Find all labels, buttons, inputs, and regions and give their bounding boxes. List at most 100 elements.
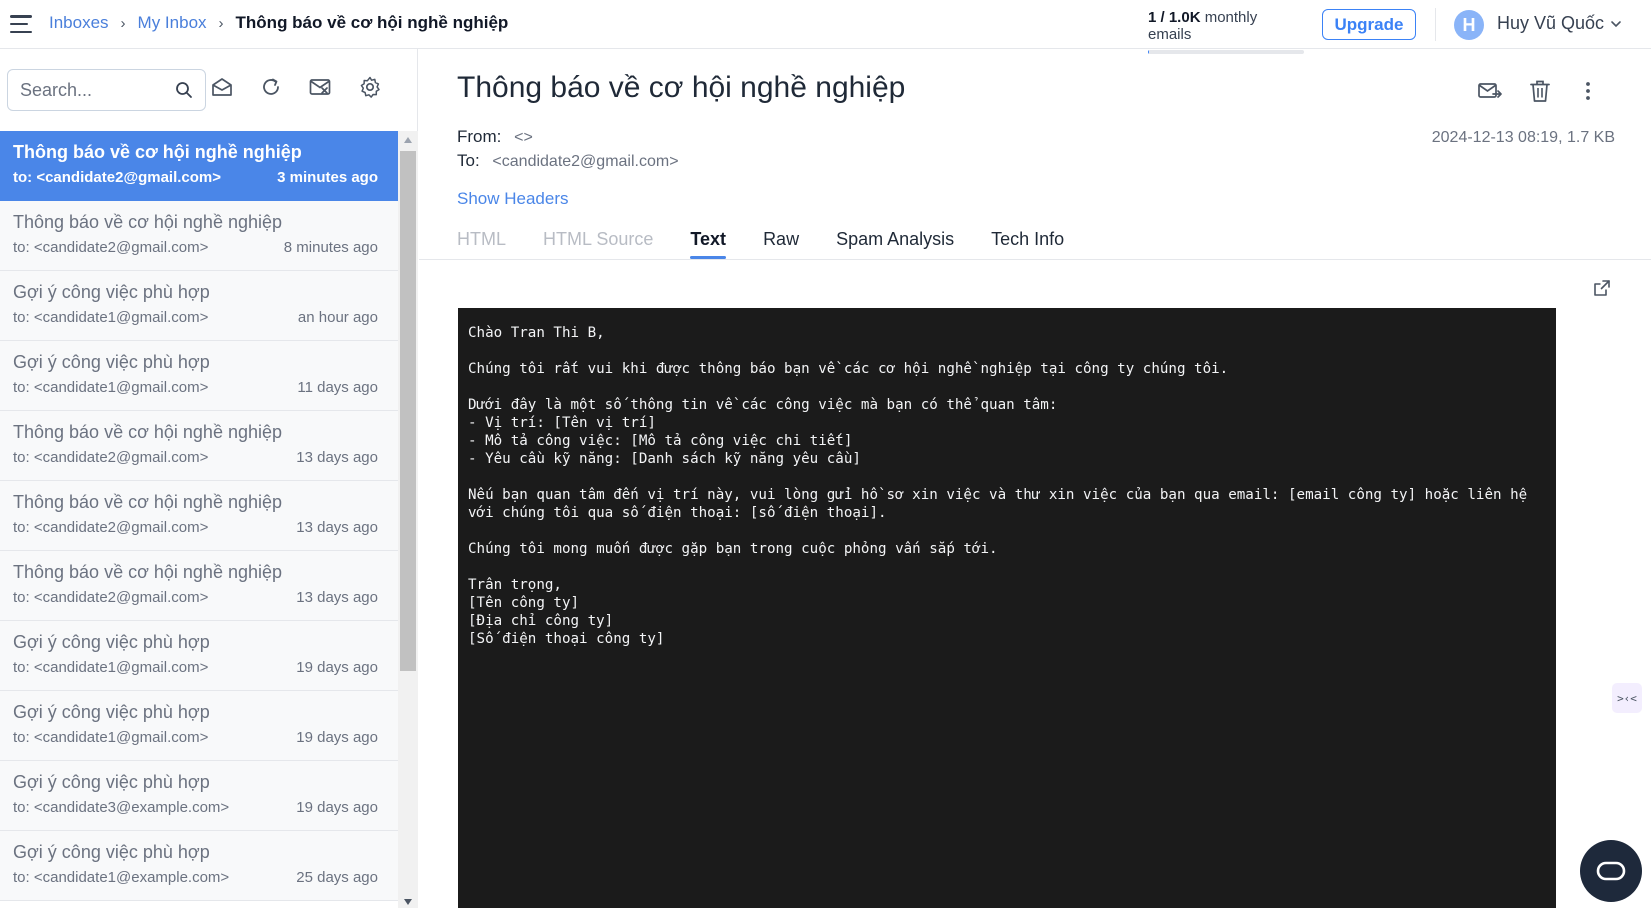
tab-tech-info[interactable]: Tech Info bbox=[991, 219, 1064, 259]
from-address: <> bbox=[514, 129, 533, 146]
tab-spam-analysis[interactable]: Spam Analysis bbox=[836, 219, 954, 259]
email-meta: to: <candidate1@gmail.com> 11 days ago bbox=[13, 379, 378, 396]
breadcrumb-inboxes[interactable]: Inboxes bbox=[49, 13, 109, 33]
email-recipient: to: <candidate2@gmail.com> bbox=[13, 519, 209, 536]
email-subject: Thông báo về cơ hội nghề nghiệp bbox=[13, 562, 283, 582]
scroll-up-arrow-icon[interactable] bbox=[404, 137, 412, 143]
email-list-item[interactable]: Gợi ý công việc phù hợp to: <candidate1@g… bbox=[0, 341, 398, 411]
email-list-item[interactable]: Thông báo về cơ hội nghề nghiệp to: <cand… bbox=[0, 551, 398, 621]
email-meta: to: <candidate1@gmail.com> an hour ago bbox=[13, 309, 378, 326]
top-bar: Inboxes › My Inbox › Thông báo về cơ hội… bbox=[0, 0, 1651, 54]
forward-email-icon[interactable] bbox=[1477, 78, 1503, 104]
chevron-down-icon[interactable] bbox=[1610, 18, 1622, 30]
tab-html-source[interactable]: HTML Source bbox=[543, 219, 653, 259]
email-subject: Gợi ý công việc phù hợp bbox=[13, 842, 210, 862]
avatar[interactable]: H bbox=[1454, 10, 1484, 40]
email-meta: to: <candidate3@example.com> 19 days ago bbox=[13, 799, 378, 816]
email-recipient: to: <candidate1@gmail.com> bbox=[13, 309, 209, 326]
email-list-item[interactable]: Thông báo về cơ hội nghề nghiệp to: <cand… bbox=[0, 131, 398, 201]
email-meta: to: <candidate2@gmail.com> 13 days ago bbox=[13, 519, 378, 536]
email-subject: Gợi ý công việc phù hợp bbox=[13, 632, 210, 652]
email-meta: to: <candidate1@gmail.com> 19 days ago bbox=[13, 729, 378, 746]
email-subject: Thông báo về cơ hội nghề nghiệp bbox=[13, 142, 302, 162]
email-time: 8 minutes ago bbox=[283, 239, 378, 256]
message-body-text: Chào Tran Thi B, Chúng tôi rất vui khi đ… bbox=[468, 325, 1528, 647]
email-list-item[interactable]: Gợi ý công việc phù hợp to: <candidate1@g… bbox=[0, 271, 398, 341]
email-time: 13 days ago bbox=[296, 449, 378, 466]
trash-icon[interactable] bbox=[1527, 78, 1553, 104]
email-list-item[interactable]: Gợi ý công việc phù hợp to: <candidate3@e… bbox=[0, 761, 398, 831]
message-date-size: 2024-12-13 08:19, 1.7 KB bbox=[1431, 129, 1615, 146]
sidebar: Thông báo về cơ hội nghề nghiệp to: <cand… bbox=[0, 49, 418, 908]
show-headers-link[interactable]: Show Headers bbox=[457, 189, 569, 209]
email-meta: to: <candidate1@example.com> 25 days ago bbox=[13, 869, 378, 886]
email-list-item[interactable]: Thông báo về cơ hội nghề nghiệp to: <cand… bbox=[0, 201, 398, 271]
email-subject: Gợi ý công việc phù hợp bbox=[13, 352, 210, 372]
to-label: To: bbox=[457, 151, 480, 170]
breadcrumb-separator: › bbox=[218, 14, 224, 32]
search-box[interactable] bbox=[7, 69, 206, 111]
message-view: Thông báo về cơ hội nghề nghiệp From: <>… bbox=[419, 49, 1651, 908]
email-list-item[interactable]: Thông báo về cơ hội nghề nghiệp to: <cand… bbox=[0, 411, 398, 481]
email-list-item[interactable]: Gợi ý công việc phù hợp to: <candidate1@g… bbox=[0, 621, 398, 691]
email-recipient: to: <candidate1@gmail.com> bbox=[13, 729, 209, 746]
refresh-icon[interactable] bbox=[259, 75, 283, 99]
scroll-down-arrow-icon[interactable] bbox=[404, 899, 412, 905]
from-row: From: <> bbox=[457, 127, 533, 147]
from-label: From: bbox=[457, 127, 502, 146]
settings-icon[interactable] bbox=[358, 75, 382, 99]
email-list-scrollbar[interactable] bbox=[398, 131, 418, 908]
upgrade-button[interactable]: Upgrade bbox=[1322, 9, 1416, 40]
tab-text[interactable]: Text bbox=[690, 219, 726, 259]
message-tabs: HTML HTML Source Text Raw Spam Analysis Tech … bbox=[457, 219, 1101, 259]
mark-read-icon[interactable] bbox=[210, 75, 234, 99]
email-time: 13 days ago bbox=[296, 519, 378, 536]
email-recipient: to: <candidate1@gmail.com> bbox=[13, 659, 209, 676]
chat-support-icon bbox=[1596, 861, 1626, 881]
usage-indicator: 1 / 1.0K monthly emails bbox=[1148, 9, 1304, 54]
open-external-icon[interactable] bbox=[1593, 279, 1611, 297]
email-recipient: to: <candidate2@gmail.com> bbox=[13, 589, 209, 606]
breadcrumb: Inboxes › My Inbox › Thông báo về cơ hội… bbox=[49, 13, 508, 33]
email-meta: to: <candidate2@gmail.com> 3 minutes ago bbox=[13, 169, 378, 186]
side-widget-button[interactable]: >‹< bbox=[1612, 683, 1642, 713]
email-time: 19 days ago bbox=[296, 799, 378, 816]
divider bbox=[1435, 8, 1436, 41]
usage-count: 1 / 1.0K bbox=[1148, 9, 1201, 26]
email-list-item[interactable]: Thông báo về cơ hội nghề nghiệp to: <cand… bbox=[0, 481, 398, 551]
email-subject: Thông báo về cơ hội nghề nghiệp bbox=[13, 212, 283, 232]
more-options-icon[interactable] bbox=[1575, 78, 1601, 104]
to-address: <candidate2@gmail.com> bbox=[492, 153, 679, 170]
email-list-item[interactable]: Gợi ý công việc phù hợp to: <candidate1@g… bbox=[0, 691, 398, 761]
search-icon[interactable] bbox=[175, 81, 193, 99]
menu-icon[interactable] bbox=[10, 15, 32, 33]
email-time: 3 minutes ago bbox=[277, 169, 378, 186]
email-subject: Gợi ý công việc phù hợp bbox=[13, 702, 210, 722]
tabs-divider bbox=[419, 259, 1651, 260]
email-list-item[interactable]: Gợi ý công việc phù hợp to: <candidate1@e… bbox=[0, 831, 398, 901]
email-time: 19 days ago bbox=[296, 729, 378, 746]
user-name[interactable]: Huy Vũ Quốc bbox=[1497, 13, 1604, 34]
tab-raw[interactable]: Raw bbox=[763, 219, 799, 259]
breadcrumb-separator: › bbox=[120, 14, 126, 32]
email-meta: to: <candidate2@gmail.com> 13 days ago bbox=[13, 589, 378, 606]
email-list: Thông báo về cơ hội nghề nghiệp to: <cand… bbox=[0, 131, 398, 908]
search-input[interactable] bbox=[20, 79, 170, 101]
email-time: 19 days ago bbox=[296, 659, 378, 676]
chat-support-button[interactable] bbox=[1580, 840, 1642, 902]
message-title: Thông báo về cơ hội nghề nghiệp bbox=[457, 71, 906, 104]
email-recipient: to: <candidate2@gmail.com> bbox=[13, 169, 222, 186]
breadcrumb-my-inbox[interactable]: My Inbox bbox=[138, 13, 207, 33]
email-subject: Thông báo về cơ hội nghề nghiệp bbox=[13, 422, 283, 442]
email-time: 25 days ago bbox=[296, 869, 378, 886]
email-time: 11 days ago bbox=[297, 379, 378, 396]
clear-inbox-icon[interactable] bbox=[308, 75, 332, 99]
tab-html[interactable]: HTML bbox=[457, 219, 506, 259]
email-subject: Gợi ý công việc phù hợp bbox=[13, 282, 210, 302]
scroll-thumb[interactable] bbox=[400, 151, 416, 671]
email-meta: to: <candidate2@gmail.com> 13 days ago bbox=[13, 449, 378, 466]
breadcrumb-current: Thông báo về cơ hội nghề nghiệp bbox=[235, 13, 509, 32]
email-recipient: to: <candidate1@gmail.com> bbox=[13, 379, 209, 396]
message-text-body: Chào Tran Thi B, Chúng tôi rất vui khi đ… bbox=[458, 308, 1556, 908]
email-meta: to: <candidate1@gmail.com> 19 days ago bbox=[13, 659, 378, 676]
